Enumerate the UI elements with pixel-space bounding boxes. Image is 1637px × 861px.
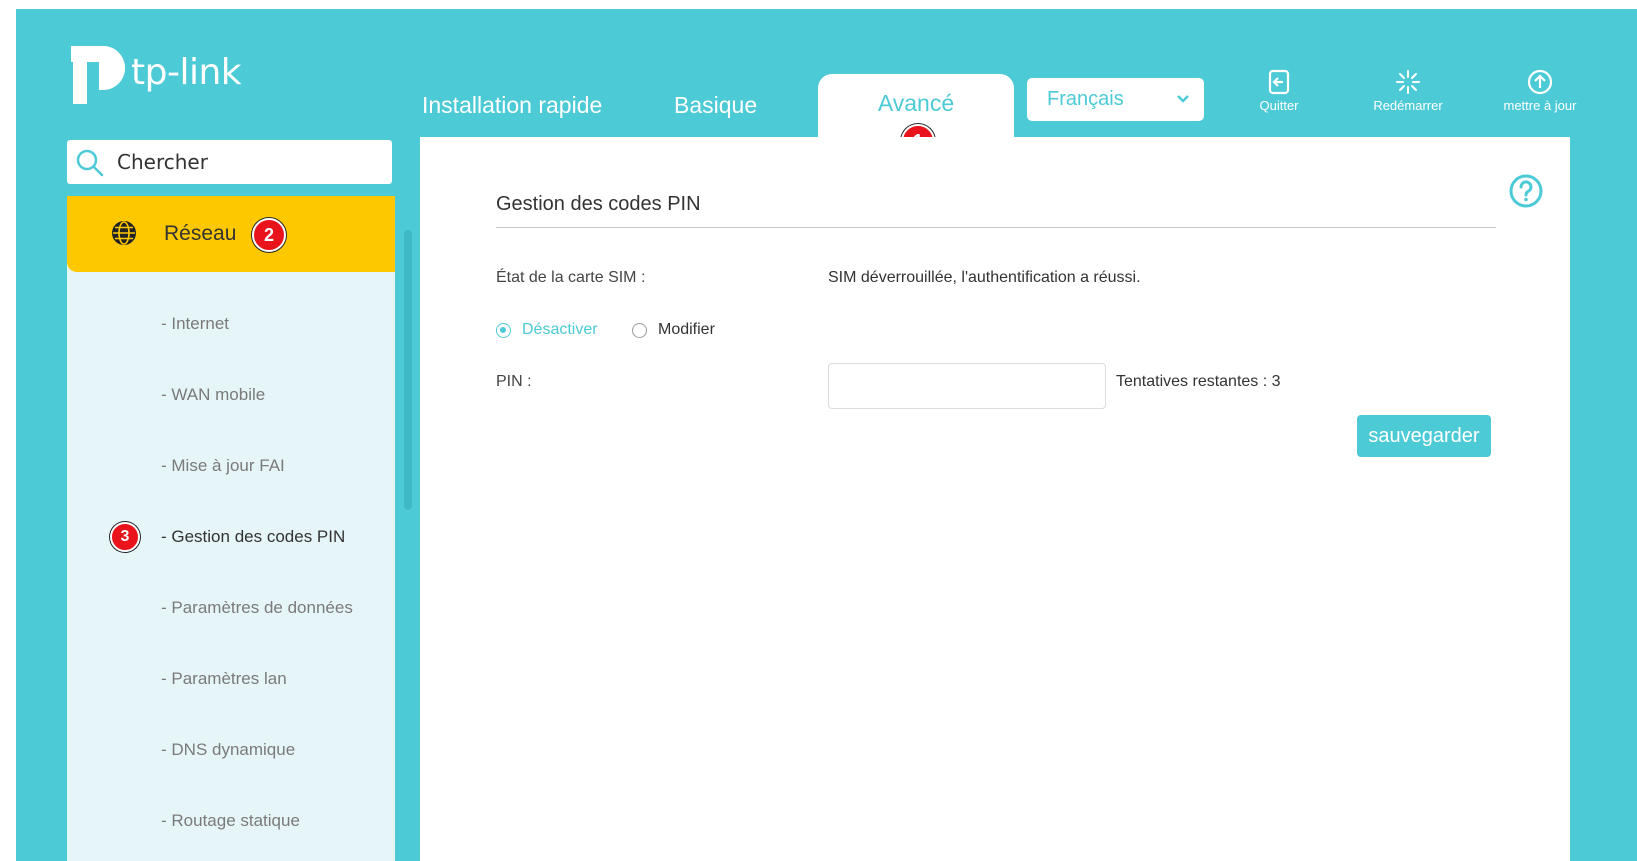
help-icon[interactable]	[1508, 173, 1544, 214]
chevron-down-icon	[1176, 78, 1190, 138]
sidebar-item-dns-dynamique[interactable]: - DNS dynamique	[161, 740, 295, 760]
pin-input[interactable]	[828, 363, 1106, 409]
quit-button[interactable]: Quitter	[1246, 68, 1312, 113]
radio-desactiver-label[interactable]: Désactiver	[522, 321, 598, 339]
logout-icon	[1268, 69, 1290, 95]
logo-text: tp-link	[131, 52, 242, 93]
sidebar-section-label: Réseau	[164, 222, 237, 245]
attempts-remaining: Tentatives restantes : 3	[1116, 373, 1281, 390]
sidebar-item-parametres-donnees[interactable]: - Paramètres de données	[161, 598, 353, 618]
sidebar-item-routage-statique[interactable]: - Routage statique	[161, 811, 300, 831]
search-placeholder: Chercher	[117, 150, 208, 174]
tp-link-logo-icon	[71, 46, 125, 104]
annotation-badge-2: 2	[252, 218, 286, 252]
quit-label: Quitter	[1259, 98, 1299, 113]
restart-label: Redémarrer	[1373, 98, 1443, 113]
language-value: Français	[1047, 88, 1124, 110]
save-button[interactable]: sauvegarder	[1357, 415, 1491, 457]
radio-modifier[interactable]	[632, 323, 647, 338]
update-button[interactable]: mettre à jour	[1492, 68, 1588, 113]
restart-button[interactable]: Redémarrer	[1360, 68, 1456, 113]
globe-icon	[112, 221, 136, 245]
upload-icon	[1527, 69, 1553, 95]
radio-modifier-label[interactable]: Modifier	[658, 321, 715, 339]
language-select[interactable]: Français	[1027, 78, 1204, 121]
sidebar-item-parametres-lan[interactable]: - Paramètres lan	[161, 669, 287, 689]
sidebar-section-reseau[interactable]: Réseau	[67, 196, 395, 272]
sidebar-item-internet[interactable]: - Internet	[161, 314, 229, 334]
search-icon	[76, 149, 104, 177]
search-input[interactable]: Chercher	[67, 140, 392, 184]
radio-desactiver[interactable]	[496, 323, 511, 338]
tab-basique[interactable]: Basique	[674, 92, 757, 119]
sidebar-scrollbar[interactable]	[404, 230, 412, 510]
restart-icon	[1396, 70, 1420, 94]
update-label: mettre à jour	[1503, 98, 1577, 113]
sim-state-value: SIM déverrouillée, l'authentification a …	[828, 269, 1141, 286]
annotation-badge-3: 3	[110, 522, 140, 552]
main-panel: Gestion des codes PIN État de la carte S…	[420, 137, 1570, 861]
title-divider	[496, 227, 1496, 228]
sidebar-item-mise-a-jour-fai[interactable]: - Mise à jour FAI	[161, 456, 285, 476]
tab-avance-label: Avancé	[877, 90, 955, 116]
page-title: Gestion des codes PIN	[496, 193, 701, 215]
sidebar-item-wan-mobile[interactable]: - WAN mobile	[161, 385, 265, 405]
sim-state-label: État de la carte SIM :	[496, 269, 646, 286]
pin-label: PIN :	[496, 373, 532, 390]
tab-installation-rapide[interactable]: Installation rapide	[422, 92, 602, 119]
tp-link-logo: tp-link	[63, 30, 242, 110]
sidebar-item-gestion-codes-pin[interactable]: - Gestion des codes PIN	[161, 527, 345, 547]
